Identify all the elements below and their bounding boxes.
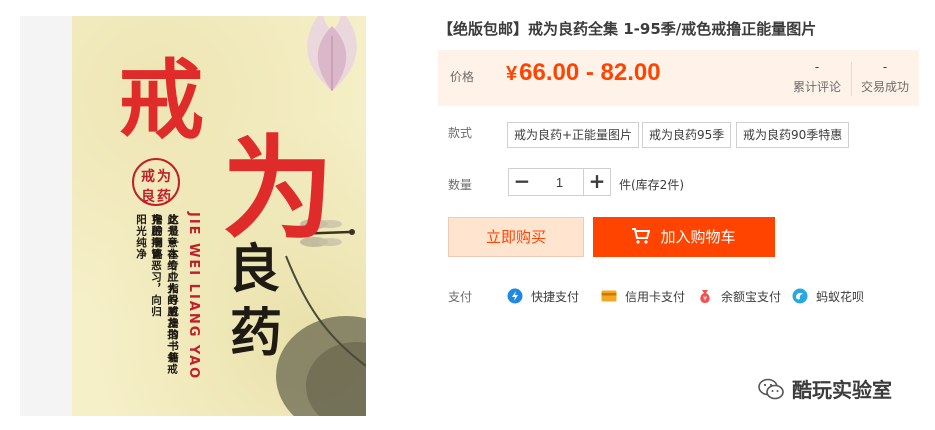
- payment-method-label: 余额宝支付: [721, 289, 782, 304]
- watermark: 酷玩实验室: [758, 374, 892, 403]
- price-range: 66.00 - 82.00: [519, 59, 661, 86]
- payment-method-label: 快捷支付: [531, 289, 580, 304]
- add-to-cart-label: 加入购物车: [660, 228, 736, 246]
- payment-label: 支付: [448, 290, 473, 304]
- credit-card-icon: [601, 290, 617, 302]
- seal-char: 良: [141, 189, 155, 205]
- style-option[interactable]: 戒为良药95季: [642, 122, 732, 148]
- sales-count: -: [882, 60, 888, 74]
- seal-char: 戒: [141, 169, 155, 185]
- sales-stat: - 交易成功: [853, 60, 917, 95]
- lotus-flower-icon: [307, 16, 357, 91]
- seal-char: 为: [157, 169, 171, 185]
- quantity-label: 数量: [448, 178, 473, 192]
- review-label: 累计评论: [792, 80, 841, 94]
- stock-info: 件(库存2件): [619, 178, 684, 192]
- product-image-panel: 戒 为 良 药 戒 为 良 药 JIE WEI LIANG YAO 这是一本专业…: [20, 16, 366, 416]
- review-count: -: [814, 60, 820, 74]
- watermark-text: 酷玩实验室: [792, 378, 892, 402]
- seal-char: 药: [157, 189, 171, 205]
- quantity-decrease-button[interactable]: −: [508, 168, 536, 196]
- buy-now-button[interactable]: 立即购买: [448, 217, 584, 257]
- cover-title-char-4: 药: [230, 303, 283, 364]
- quantity-increase-button[interactable]: +: [583, 168, 611, 196]
- payment-method-credit-card: 信用卡支付: [601, 287, 685, 305]
- cover-title-char-3: 良: [228, 239, 281, 300]
- payment-method-yuebao: ¥ 余额宝支付: [697, 287, 781, 305]
- style-option[interactable]: 戒为良药90季特惠: [736, 122, 850, 148]
- add-to-cart-button[interactable]: 加入购物车: [593, 217, 775, 257]
- shopping-cart-icon: [632, 228, 651, 244]
- review-stat[interactable]: - 累计评论: [785, 60, 849, 95]
- sales-label: 交易成功: [860, 80, 909, 94]
- svg-text:¥: ¥: [703, 296, 707, 303]
- cover-title-char-1: 戒: [118, 50, 204, 151]
- cover-pinyin: JIE WEI LIANG YAO: [186, 212, 201, 381]
- cover-title-char-2: 为: [222, 124, 334, 255]
- payment-method-label: 信用卡支付: [625, 289, 686, 304]
- cover-vertical-text-3: 克服撸管恶习，向归阳光纯净: [135, 214, 162, 318]
- huabei-icon: [792, 288, 808, 304]
- lightning-icon: [507, 288, 523, 304]
- payment-method-label: 蚂蚁花呗: [816, 289, 865, 304]
- product-cover-image[interactable]: 戒 为 良 药 戒 为 良 药 JIE WEI LIANG YAO 这是一本专业…: [72, 16, 366, 416]
- style-label: 款式: [448, 126, 473, 140]
- quantity-input[interactable]: [535, 168, 584, 196]
- stat-divider: [851, 62, 852, 96]
- currency-symbol: ¥: [506, 63, 518, 85]
- style-option[interactable]: 戒为良药+正能量图片: [507, 122, 640, 148]
- price-box: 价格 ¥66.00 - 82.00 - 累计评论 - 交易成功: [438, 50, 919, 106]
- product-title: 【绝版包邮】戒为良药全集 1-95季/戒色戒撸正能量图片: [438, 20, 817, 38]
- payment-method-huabei: 蚂蚁花呗: [792, 287, 864, 305]
- price-value: ¥66.00 - 82.00: [506, 59, 661, 87]
- payment-method-quick: 快捷支付: [507, 287, 579, 305]
- price-label: 价格: [450, 70, 475, 84]
- money-bag-icon: ¥: [700, 290, 710, 303]
- cover-seal-stamp: 戒 为 良 药: [132, 158, 180, 206]
- wechat-icon: [758, 378, 784, 399]
